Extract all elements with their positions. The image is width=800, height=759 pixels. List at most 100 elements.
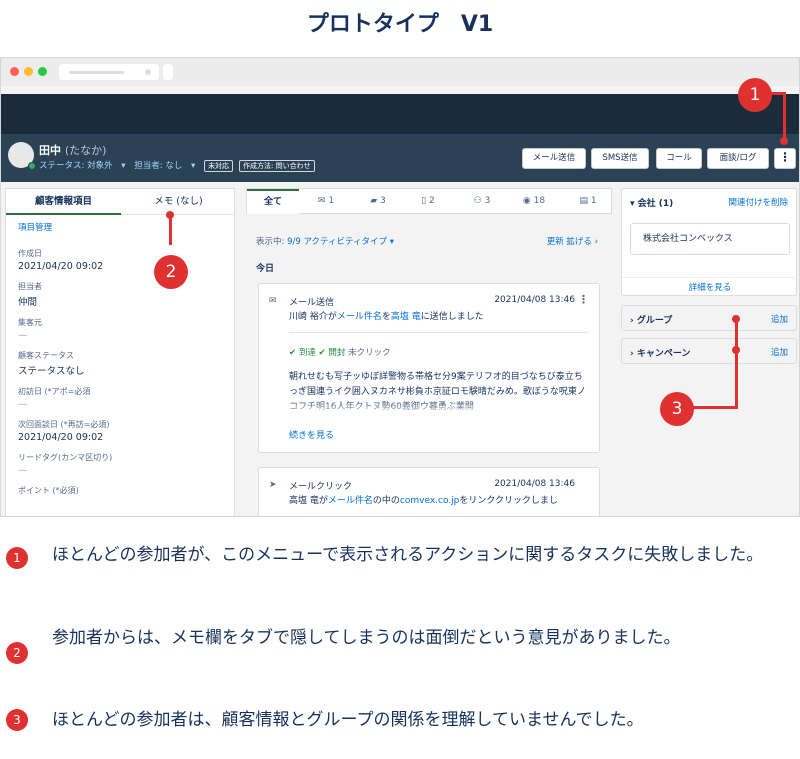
send-sms-button[interactable]: SMS送信 bbox=[591, 148, 649, 169]
browser-tab[interactable] bbox=[59, 64, 159, 80]
left-tabs: 顧客情報項目 メモ (なし) bbox=[6, 189, 234, 215]
tab-all[interactable]: 全て bbox=[247, 189, 299, 214]
new-tab-button[interactable] bbox=[163, 64, 173, 80]
add-campaign-link[interactable]: 追加 bbox=[771, 346, 788, 358]
field-label: リードタグ(カンマ区切り) bbox=[18, 453, 113, 462]
refresh-expand-links[interactable]: 更新 拡げる › bbox=[547, 235, 598, 247]
field-value: — bbox=[18, 399, 28, 410]
company-section: ▾ 会社 (1) 関連付けを削除 株式会社コンベックス 詳細を見る bbox=[621, 188, 798, 296]
note-text: ほとんどの参加者が、このメニューで表示されるアクションに関するタスクに失敗しまし… bbox=[52, 545, 764, 565]
field-label: 次回面談日 (*再訪=必須) bbox=[18, 420, 110, 429]
field-first-visit: 初訪日 (*アポ=必須 — bbox=[6, 386, 234, 410]
tab-count: 3 bbox=[380, 196, 386, 206]
phone-icon: ▯ bbox=[421, 196, 427, 206]
add-group-link[interactable]: 追加 bbox=[771, 313, 788, 325]
opened-status: ✔ 開封 bbox=[318, 348, 346, 358]
contact-meta: ステータス: 対象外 ▾ 担当者: なし ▾ 未対応 作成方法: 問い合わせ bbox=[39, 159, 321, 172]
note-number: 2 bbox=[6, 642, 28, 664]
callout-marker-2: 2 bbox=[154, 255, 188, 289]
callout-line bbox=[169, 215, 172, 245]
send-mail-button[interactable]: メール送信 bbox=[522, 148, 586, 169]
status-dropdown[interactable]: ステータス: 対象外 ▾ bbox=[39, 161, 126, 171]
status-text: ステータス: 対象外 bbox=[39, 161, 113, 171]
cursor-icon: ➤ bbox=[269, 480, 277, 490]
field-value: ステータスなし bbox=[18, 366, 85, 377]
activity-card-mail-click: ➤ メールクリック 2021/04/08 13:46 高塩 竜がメール件名の中の… bbox=[258, 467, 600, 516]
campaign-heading[interactable]: › キャンペーン bbox=[630, 346, 690, 359]
field-label: 初訪日 (*アポ=必須 bbox=[18, 387, 91, 396]
card-date: 2021/04/08 13:46 bbox=[494, 295, 575, 305]
delivered-status: ✔ 到達 bbox=[289, 348, 316, 358]
field-points: ポイント (*必須) bbox=[6, 485, 234, 496]
unclicked-status: 未クリック bbox=[348, 348, 391, 358]
activity-type-filter[interactable]: 9/9 アクティビティタイプ ▾ bbox=[287, 237, 394, 247]
tab-phone[interactable]: ▯ 2 bbox=[413, 189, 443, 214]
contact-header: 田中 (たなか) ステータス: 対象外 ▾ 担当者: なし ▾ 未対応 作成方法:… bbox=[1, 134, 799, 182]
maximize-window-icon[interactable] bbox=[38, 67, 47, 76]
tab-chat[interactable]: ▰ 3 bbox=[361, 189, 395, 214]
app-header bbox=[1, 94, 799, 134]
card-body: 高塩 竜がメール件名の中のcomvex.co.jpをリンククリックしまし bbox=[289, 495, 589, 508]
field-source: 集客元 — bbox=[6, 317, 234, 341]
close-tab-icon[interactable] bbox=[145, 69, 151, 75]
tab-mail[interactable]: ✉ 1 bbox=[311, 189, 341, 214]
field-value: — bbox=[18, 330, 28, 341]
group-heading[interactable]: › グループ bbox=[630, 313, 672, 326]
view-details-link[interactable]: 詳細を見る bbox=[622, 277, 798, 293]
browser-chrome bbox=[1, 58, 799, 86]
activity-filter: 表示中: 9/9 アクティビティタイプ ▾ bbox=[256, 235, 394, 247]
contact-name-text: 田中 bbox=[39, 144, 61, 157]
company-heading[interactable]: ▾ 会社 (1) bbox=[630, 196, 673, 209]
owner-dropdown[interactable]: 担当者: なし ▾ bbox=[134, 161, 195, 171]
meeting-log-button[interactable]: 面談/ログ bbox=[707, 148, 769, 169]
recipient-link[interactable]: 高塩 竜 bbox=[391, 312, 421, 322]
callout-line bbox=[690, 406, 738, 409]
activity-timeline: 全て ✉ 1 ▰ 3 ▯ 2 ⚇ 3 ◉ 18 ▤ 1 表示中: 9/9 アクテ… bbox=[246, 188, 612, 516]
field-lead-tags: リードタグ(カンマ区切り) — bbox=[6, 452, 234, 476]
card-menu-icon[interactable]: ⋮ bbox=[578, 293, 589, 306]
tab-count: 2 bbox=[429, 196, 435, 206]
body-text: 川崎 裕介が bbox=[289, 312, 337, 322]
tab-memo[interactable]: メモ (なし) bbox=[121, 189, 236, 215]
body-text: 高塩 竜が bbox=[289, 496, 328, 506]
field-management-link[interactable]: 項目管理 bbox=[6, 215, 234, 239]
read-more-link[interactable]: 続きを見る bbox=[289, 428, 334, 441]
card-date: 2021/04/08 13:46 bbox=[494, 479, 575, 489]
field-next-meeting: 次回面談日 (*再訪=必須) 2021/04/20 09:02 bbox=[6, 419, 234, 443]
filter-prefix: 表示中: bbox=[256, 237, 288, 247]
minimize-window-icon[interactable] bbox=[24, 67, 33, 76]
more-actions-button[interactable]: ⋮ bbox=[774, 148, 796, 169]
body-text: の中の bbox=[372, 496, 400, 506]
field-label: 担当者 bbox=[18, 282, 42, 291]
body-text: を bbox=[381, 312, 391, 322]
unlink-company-link[interactable]: 関連付けを削除 bbox=[728, 196, 788, 208]
tab-count: 3 bbox=[484, 196, 491, 206]
tab-customer-info[interactable]: 顧客情報項目 bbox=[6, 189, 121, 215]
close-window-icon[interactable] bbox=[10, 67, 19, 76]
tab-count: 1 bbox=[328, 196, 335, 206]
note-number: 1 bbox=[6, 547, 28, 569]
mail-subject-link[interactable]: メール件名 bbox=[328, 496, 373, 506]
field-label: 集客元 bbox=[18, 318, 42, 327]
card-title: メールクリック bbox=[289, 482, 353, 492]
tag-creation-method: 作成方法: 問い合わせ bbox=[239, 160, 315, 172]
mail-subject-link[interactable]: メール件名 bbox=[337, 312, 382, 322]
company-heading-text: 会社 (1) bbox=[637, 199, 674, 209]
tab-views[interactable]: ◉ 18 bbox=[517, 189, 551, 214]
tab-task[interactable]: ▤ 1 bbox=[573, 189, 603, 214]
company-name[interactable]: 株式会社コンベックス bbox=[630, 223, 790, 255]
eye-icon: ◉ bbox=[522, 196, 531, 206]
call-button[interactable]: コール bbox=[656, 148, 702, 169]
callout-line bbox=[735, 319, 738, 409]
tab-count: 1 bbox=[590, 196, 597, 206]
owner-text: 担当者: なし bbox=[134, 161, 183, 171]
field-value: 仲間 bbox=[18, 297, 38, 308]
field-value: 2021/04/20 09:02 bbox=[18, 261, 104, 272]
mail-icon: ✉ bbox=[269, 296, 277, 306]
note-number: 3 bbox=[6, 709, 28, 731]
field-value: — bbox=[18, 465, 28, 476]
clicked-url-link[interactable]: comvex.co.jp bbox=[400, 496, 459, 506]
tab-people[interactable]: ⚇ 3 bbox=[467, 189, 497, 214]
callout-marker-3: 3 bbox=[660, 392, 694, 426]
page-title: プロトタイプ V1 bbox=[306, 12, 494, 37]
